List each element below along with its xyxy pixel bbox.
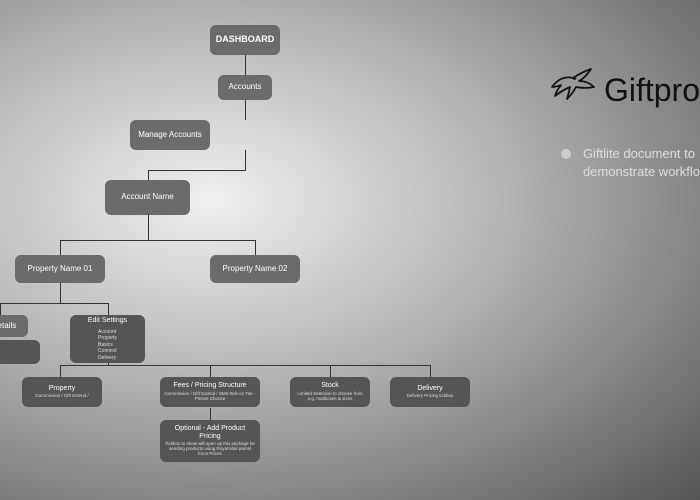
node-label: Property Name 02 [223,265,288,274]
connector [108,303,109,315]
node-delivery[interactable]: Delivery Delivery Pricing tickbox [390,377,470,407]
connector [245,150,246,170]
settings-sublist: Account Property Basics Connect Delivery [98,329,117,362]
caption: Giftlite document to demonstrate workflo [561,145,700,181]
connector [245,55,246,75]
connector [430,365,431,377]
connector [60,365,430,366]
node-property-box[interactable]: Property Commission / Gift Extend / [22,377,102,407]
connector [0,303,108,304]
node-details[interactable]: Details [0,315,28,337]
connector [60,283,61,303]
node-edit-settings[interactable]: Edit Settings Account Property Basics Co… [70,315,145,363]
connector [148,170,246,171]
connector [330,365,331,377]
node-accounts[interactable]: Accounts [218,75,272,100]
node-optional-pricing[interactable]: Optional - Add Product Pricing Tickbox t… [160,420,260,462]
connector [60,365,61,377]
node-title: Stock [321,382,339,390]
node-details-sub[interactable]: ··· [0,340,40,364]
node-dashboard[interactable]: DASHBOARD [210,25,280,55]
connector [148,170,149,180]
red-label: ··· [10,349,15,355]
connector [60,240,255,241]
node-label: DASHBOARD [216,35,275,45]
node-fees[interactable]: Fees / Pricing Structure Commission / Gi… [160,377,260,407]
node-label: Details [0,322,16,331]
brand-logo: Giftpro [540,60,700,120]
connector [245,100,246,120]
connector [148,215,149,240]
hummingbird-icon [540,60,600,120]
node-sub: Commission / Gift Extend / SMS Bolt-on T… [164,392,256,402]
node-label: Manage Accounts [138,131,202,140]
logo-text: Giftpro [604,72,700,109]
node-stock[interactable]: Stock Limited Selection to choose from e… [290,377,370,407]
node-property-01[interactable]: Property Name 01 [15,255,105,283]
node-account-name[interactable]: Account Name [105,180,190,215]
connector [210,365,211,377]
node-title: Optional - Add Product Pricing [164,425,256,440]
connector [0,303,1,315]
node-sub: Tickbox to show will open up this packag… [164,442,256,457]
node-title: Fees / Pricing Structure [173,382,246,390]
node-sub: Delivery Pricing tickbox [407,394,454,399]
connector [210,408,211,420]
connector [60,240,61,255]
connector [255,240,256,255]
node-label: Property Name 01 [28,265,93,274]
node-manage-accounts[interactable]: Manage Accounts [130,120,210,150]
caption-text: Giftlite document to demonstrate workflo [583,145,700,181]
node-title: Delivery [417,385,442,393]
node-label: Account Name [121,193,173,202]
node-label: Accounts [229,83,262,92]
node-sub: Limited Selection to choose from e.g. ma… [294,392,366,402]
node-property-02[interactable]: Property Name 02 [210,255,300,283]
node-sub: Commission / Gift Extend / [35,394,88,399]
node-title: Property [49,385,75,393]
node-title: Edit Settings [88,317,127,325]
bullet-icon [561,149,571,159]
